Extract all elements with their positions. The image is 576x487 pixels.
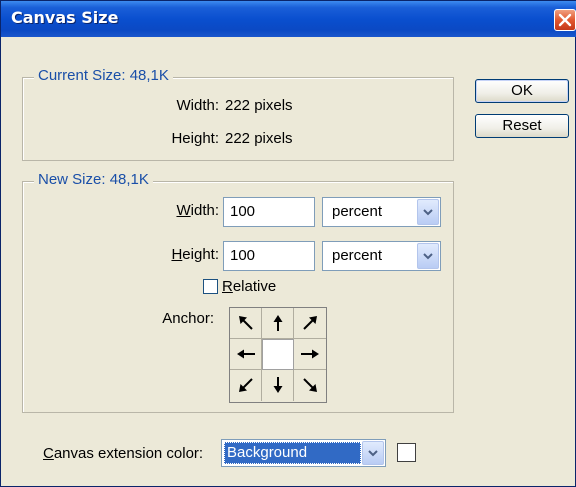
arrow-left-icon <box>237 349 255 359</box>
arrow-down-icon <box>273 377 283 393</box>
anchor-top[interactable] <box>262 308 294 339</box>
canvas-extension-color-swatch[interactable] <box>397 443 416 462</box>
arrow-right-icon <box>301 349 319 359</box>
canvas-extension-dropdown-button[interactable] <box>362 441 384 465</box>
ok-button[interactable]: OK <box>475 79 569 103</box>
chevron-down-icon <box>368 450 378 457</box>
current-height-value: 222 pixels <box>225 130 293 147</box>
anchor-grid <box>229 307 327 403</box>
canvas-extension-mnemonic: C <box>43 445 54 462</box>
anchor-bottom-right[interactable] <box>294 370 326 401</box>
new-width-mnemonic: W <box>176 202 191 219</box>
new-height-label: Height: <box>151 246 219 263</box>
new-height-mnemonic: H <box>171 246 183 263</box>
anchor-center[interactable] <box>262 339 294 370</box>
anchor-right[interactable] <box>294 339 326 370</box>
height-unit-dropdown-button[interactable] <box>417 243 439 269</box>
height-unit-select[interactable]: percent <box>322 241 441 271</box>
anchor-bottom-left[interactable] <box>230 370 262 401</box>
width-unit-dropdown-button[interactable] <box>417 199 439 225</box>
canvas-extension-color-select[interactable]: Background <box>221 439 386 467</box>
anchor-label: Anchor: <box>162 310 214 327</box>
arrow-down-right-icon <box>303 378 317 392</box>
arrow-up-left-icon <box>239 316 253 330</box>
current-height-label: Height: <box>171 130 219 147</box>
arrow-down-left-icon <box>239 378 253 392</box>
current-width-label: Width: <box>176 97 219 114</box>
canvas-extension-color-label: Canvas extension color: <box>43 445 203 462</box>
width-unit-value: percent <box>332 203 383 220</box>
anchor-left[interactable] <box>230 339 262 370</box>
new-height-label-rest: eight: <box>182 246 219 263</box>
dialog-title: Canvas Size <box>11 8 119 27</box>
title-bar[interactable]: Canvas Size <box>1 1 576 37</box>
chevron-down-icon <box>423 253 433 260</box>
width-input[interactable]: 100 <box>223 197 315 227</box>
canvas-extension-color-value: Background <box>224 442 361 464</box>
anchor-top-left[interactable] <box>230 308 262 339</box>
anchor-top-right[interactable] <box>294 308 326 339</box>
close-button[interactable] <box>554 9 576 31</box>
anchor-bottom[interactable] <box>262 370 294 401</box>
canvas-size-dialog: Canvas Size Current Size: 48,1K Width: 2… <box>0 0 576 487</box>
current-size-legend: Current Size: 48,1K <box>34 67 173 84</box>
height-unit-value: percent <box>332 247 383 264</box>
current-width-value: 222 pixels <box>225 97 293 114</box>
new-width-label: Width: <box>151 202 219 219</box>
height-input[interactable]: 100 <box>223 241 315 271</box>
chevron-down-icon <box>423 209 433 216</box>
canvas-extension-label-rest: anvas extension color: <box>53 445 204 462</box>
arrow-up-icon <box>273 315 283 331</box>
new-width-label-rest: idth: <box>190 202 219 219</box>
relative-mnemonic: R <box>222 278 233 295</box>
arrow-up-right-icon <box>303 316 317 330</box>
current-size-group <box>22 77 454 161</box>
relative-label-rest: elative <box>232 278 277 295</box>
relative-checkbox[interactable] <box>203 279 218 294</box>
close-icon <box>558 13 572 27</box>
width-unit-select[interactable]: percent <box>322 197 441 227</box>
reset-button[interactable]: Reset <box>475 114 569 138</box>
new-size-legend: New Size: 48,1K <box>34 171 153 188</box>
relative-label[interactable]: Relative <box>222 278 276 295</box>
